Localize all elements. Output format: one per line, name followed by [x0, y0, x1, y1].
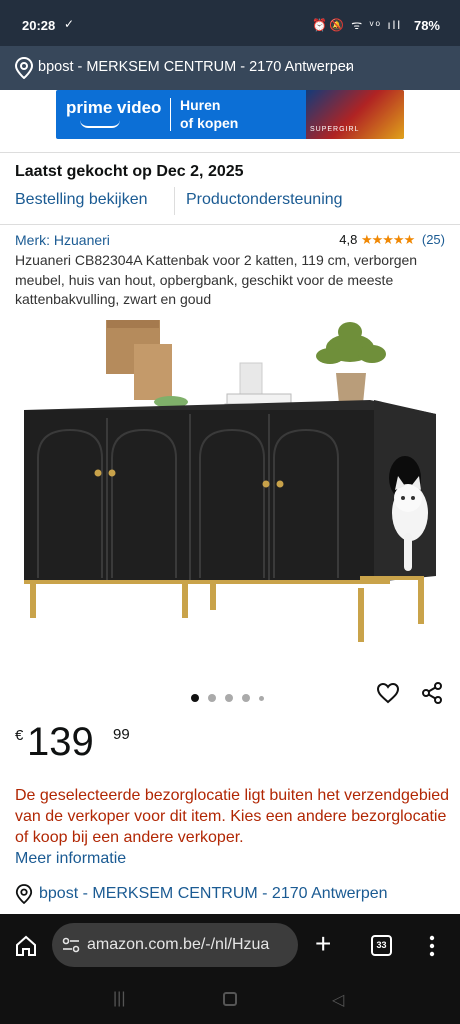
divider: [0, 224, 460, 225]
more-menu-icon[interactable]: [428, 934, 436, 958]
browser-toolbar: amazon.com.be/-/nl/Hzua + 33: [0, 914, 460, 978]
heart-icon[interactable]: [376, 681, 400, 705]
battery-level: 78%: [413, 18, 440, 33]
carousel-dot[interactable]: [208, 694, 216, 702]
carousel-dot[interactable]: [191, 694, 199, 702]
image-carousel-dots[interactable]: [191, 689, 273, 707]
divider: [0, 152, 460, 153]
plant-leaves: [316, 322, 386, 364]
prime-video-logo: prime video: [66, 98, 161, 128]
address-bar[interactable]: amazon.com.be/-/nl/Hzua: [52, 923, 298, 967]
gold-frame: [24, 576, 424, 642]
product-image[interactable]: [20, 318, 440, 648]
brand-link[interactable]: Merk: Hzuaneri: [15, 232, 110, 248]
paper-bag-small: [134, 344, 172, 400]
star-rating-icon: ★★★★★: [360, 232, 415, 247]
chevron-down-icon: ⌄: [343, 58, 354, 73]
status-time: 20:28: [22, 18, 56, 33]
new-tab-button[interactable]: +: [315, 930, 331, 958]
home-button[interactable]: [223, 992, 237, 1006]
order-links: Bestelling bekijken Productondersteuning: [15, 187, 343, 215]
status-bar: 20:28 ✓ ⏰🔕 ᯤ ᵛᵒ ıll 78%: [0, 0, 460, 46]
location-pin-icon: [14, 57, 34, 79]
rating-value: 4,8: [339, 232, 358, 247]
view-order-link[interactable]: Bestelling bekijken: [15, 191, 148, 208]
price-currency: €: [15, 727, 24, 744]
price-whole: 139: [27, 720, 94, 764]
more-info-link[interactable]: Meer informatie: [15, 850, 126, 868]
recents-button[interactable]: |||: [113, 990, 125, 1008]
url-text: amazon.com.be/-/nl/Hzua: [87, 936, 270, 953]
product-title: Hzuaneri CB82304A Kattenbak voor 2 katte…: [15, 252, 418, 307]
candle-jar: [239, 362, 263, 398]
last-bought-heading: Laatst gekocht op Dec 2, 2025: [15, 163, 244, 180]
location-text: bpost - MERKSEM CENTRUM - 2170 Antwerpen: [38, 59, 354, 75]
books: [226, 393, 292, 405]
prime-video-banner[interactable]: prime video Huren of kopen SUPERGIRL: [56, 90, 404, 139]
price-fraction: 99: [113, 726, 130, 743]
carousel-dot[interactable]: [242, 694, 250, 702]
tab-switcher-button[interactable]: 33: [371, 935, 392, 956]
system-nav-bar: ||| ◁: [0, 978, 460, 1024]
location-pin-icon: [15, 884, 33, 904]
check-icon: ✓: [64, 17, 75, 31]
divider: [174, 187, 175, 215]
banner-divider: [170, 98, 171, 131]
deliver-location-text: bpost - MERKSEM CENTRUM - 2170 Antwerpen: [39, 885, 388, 902]
smile-icon: [80, 120, 120, 128]
banner-artwork: SUPERGIRL: [306, 90, 404, 139]
status-icons: ⏰🔕 ᯤ ᵛᵒ ıll: [312, 18, 402, 32]
banner-tagline: Huren of kopen: [180, 97, 239, 131]
site-settings-icon[interactable]: [61, 935, 81, 955]
share-icon[interactable]: [420, 681, 444, 705]
back-button[interactable]: ◁: [332, 990, 344, 1010]
home-icon[interactable]: [14, 934, 38, 958]
delivery-warning: De geselecteerde bezorglocatie ligt buit…: [15, 787, 450, 846]
rating-summary[interactable]: 4,8 ★★★★★ (25): [339, 232, 445, 248]
delivery-location-bar[interactable]: bpost - MERKSEM CENTRUM - 2170 Antwerpen…: [0, 46, 460, 90]
carousel-dot[interactable]: [225, 694, 233, 702]
product-support-link[interactable]: Productondersteuning: [186, 191, 343, 209]
carousel-dot[interactable]: [259, 696, 264, 701]
rating-count: (25): [421, 232, 445, 247]
